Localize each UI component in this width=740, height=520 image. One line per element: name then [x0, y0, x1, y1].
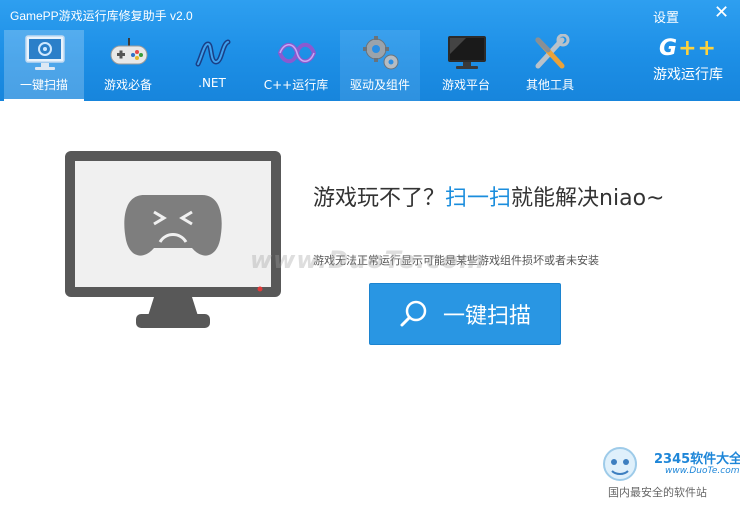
description-text: 游戏无法正常运行显示可能是某些游戏组件损坏或者未安装: [313, 254, 599, 267]
gears-icon: [363, 36, 399, 70]
dotnet-icon: [195, 39, 231, 67]
brand: G++ 游戏运行库: [640, 36, 736, 96]
tools-icon: [535, 34, 570, 69]
brand-logo-text: G++: [659, 36, 717, 61]
nav-item-dotnet[interactable]: .NET: [172, 30, 252, 101]
gamepad-icon: [110, 38, 148, 65]
display-icon: [448, 36, 486, 69]
main-nav: 一键扫描 游戏必备 .NET C++运行库 驱动及组件 游戏平台 其他工具 G+…: [0, 30, 740, 101]
headline-text-1: 游戏玩不了？: [313, 186, 446, 211]
nav-item-other-tools[interactable]: 其他工具: [510, 30, 590, 101]
window-title: GamePP游戏运行库修复助手 v2.0: [10, 9, 193, 23]
brand-logo: G++: [640, 36, 736, 62]
nav-item-cpp-runtime[interactable]: C++运行库: [256, 30, 336, 101]
headline-text-2: 就能解决niao~: [511, 186, 665, 211]
one-click-scan-button[interactable]: 一键扫描: [369, 283, 561, 345]
nav-item-game-essentials[interactable]: 游戏必备: [88, 30, 168, 101]
nav-label-cpp-runtime: C++运行库: [263, 78, 329, 92]
visual-cpp-icon: [277, 42, 317, 64]
close-button[interactable]: ✕: [714, 3, 729, 23]
sad-monitor-illustration: [65, 151, 281, 328]
nav-label-game-platform: 游戏平台: [441, 78, 490, 92]
nav-label-dotnet: .NET: [198, 76, 226, 90]
brand-subtitle: 游戏运行库: [653, 67, 723, 83]
monitor-scan-icon: [25, 35, 65, 70]
nav-item-scan[interactable]: 一键扫描: [4, 30, 84, 101]
search-icon: [400, 300, 427, 327]
corner-url-text: www.DuoTe.com: [665, 466, 740, 476]
nav-label-drivers: 驱动及组件: [349, 78, 410, 92]
nav-item-game-platform[interactable]: 游戏平台: [426, 30, 506, 101]
corner-brand-text: 2345软件大全: [654, 452, 740, 467]
title-bar: GamePP游戏运行库修复助手 v2.0 设置 ✕ 一键扫描 游戏必备 .NET…: [0, 0, 740, 101]
headline-highlight: 扫一扫: [445, 186, 512, 211]
scan-button-label: 一键扫描: [442, 304, 531, 329]
nav-label-other-tools: 其他工具: [525, 78, 574, 92]
headline: 游戏玩不了？扫一扫就能解决niao~: [313, 180, 664, 212]
settings-button[interactable]: 设置: [653, 7, 679, 26]
nav-label-game-essentials: 游戏必备: [103, 78, 152, 92]
corner-tagline: 国内最安全的软件站: [608, 486, 707, 499]
nav-item-drivers[interactable]: 驱动及组件: [340, 30, 420, 101]
nav-label-scan: 一键扫描: [19, 78, 68, 92]
